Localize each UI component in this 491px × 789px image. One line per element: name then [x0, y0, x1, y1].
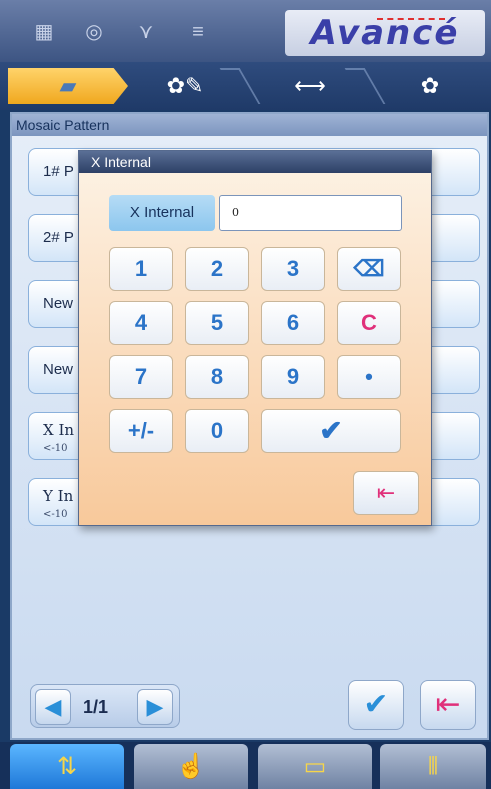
row-label: New: [43, 361, 74, 378]
machine-icon: ▦: [34, 21, 54, 43]
key-1[interactable]: 1: [109, 247, 173, 291]
nav-frame[interactable]: ▭: [258, 744, 372, 789]
key-0[interactable]: 0: [185, 409, 249, 453]
exit-icon: ⇤: [376, 480, 396, 505]
folder-icon: ▰: [59, 73, 77, 98]
nav-heads[interactable]: ⫴: [380, 744, 486, 789]
exit-icon: ⇤: [435, 688, 461, 721]
nav-manual[interactable]: ☝: [134, 744, 248, 789]
dialog-exit-button[interactable]: ⇤: [353, 471, 419, 515]
frame-icon: ≡: [192, 21, 204, 43]
row-label: Y In: [43, 487, 74, 505]
tab-sew[interactable]: ✿: [380, 68, 480, 104]
status-bar: ▦ ◎ ⋎ ≡ Avancé: [0, 0, 491, 62]
enter-key[interactable]: ✔: [261, 409, 401, 453]
key-6[interactable]: 6: [261, 301, 325, 345]
next-page-button[interactable]: ▶: [137, 689, 173, 725]
row-label: X In: [43, 421, 75, 439]
row-range: <-10: [43, 443, 68, 454]
brand-logo: Avancé: [285, 10, 485, 56]
dialog-title: X Internal: [79, 151, 431, 173]
tab-frame[interactable]: ⟷: [255, 68, 365, 104]
checkmark-icon: ✔: [319, 415, 343, 446]
key-4[interactable]: 4: [109, 301, 173, 345]
sew-icon: ✿: [420, 73, 440, 98]
backspace-icon: ⌫: [353, 256, 385, 281]
key-5[interactable]: 5: [185, 301, 249, 345]
bottom-nav: ⇅ ☝ ▭ ⫴: [0, 742, 491, 789]
clear-key[interactable]: C: [337, 301, 401, 345]
needle-updown-icon: ⇅: [56, 753, 78, 780]
power-icon: ◎: [85, 21, 103, 43]
panel-title: Mosaic Pattern: [12, 114, 487, 136]
step-tabs: ▰ ✿✎ ⟷ ✿: [0, 62, 491, 110]
dot-key[interactable]: •: [337, 355, 401, 399]
checkmark-icon: ✔: [363, 688, 389, 721]
needle-off-icon: ⋎: [138, 21, 154, 43]
brand-accent: [377, 18, 445, 20]
row-range: <-10: [43, 509, 68, 520]
tab-edit[interactable]: ✿✎: [130, 68, 240, 104]
value-input[interactable]: 0: [219, 195, 402, 231]
field-label: X Internal: [109, 195, 215, 231]
hand-pointer-icon: ☝: [176, 753, 206, 780]
heads-icon: ⫴: [427, 753, 439, 780]
row-label: New: [43, 295, 74, 312]
row-label: 2# P: [43, 229, 74, 246]
key-7[interactable]: 7: [109, 355, 173, 399]
backspace-key[interactable]: ⌫: [337, 247, 401, 291]
sign-key[interactable]: +/-: [109, 409, 173, 453]
key-8[interactable]: 8: [185, 355, 249, 399]
confirm-button[interactable]: ✔: [348, 680, 404, 730]
nav-needle[interactable]: ⇅: [10, 744, 124, 789]
frame-outline-icon: ▭: [303, 753, 327, 780]
frame-measure-icon: ⟷: [294, 73, 326, 98]
key-2[interactable]: 2: [185, 247, 249, 291]
prev-page-button[interactable]: ◀: [35, 689, 71, 725]
key-9[interactable]: 9: [261, 355, 325, 399]
pager: ◀ 1/1 ▶: [30, 684, 180, 728]
row-label: 1# P: [43, 163, 74, 180]
key-3[interactable]: 3: [261, 247, 325, 291]
exit-button[interactable]: ⇤: [420, 680, 476, 730]
numeric-dialog: X Internal X Internal 0 1 2 3 ⌫ 4 5 6 C …: [78, 150, 432, 526]
edit-pattern-icon: ✿✎: [166, 73, 204, 98]
page-indicator: 1/1: [83, 697, 109, 717]
tab-file[interactable]: ▰: [8, 68, 128, 104]
